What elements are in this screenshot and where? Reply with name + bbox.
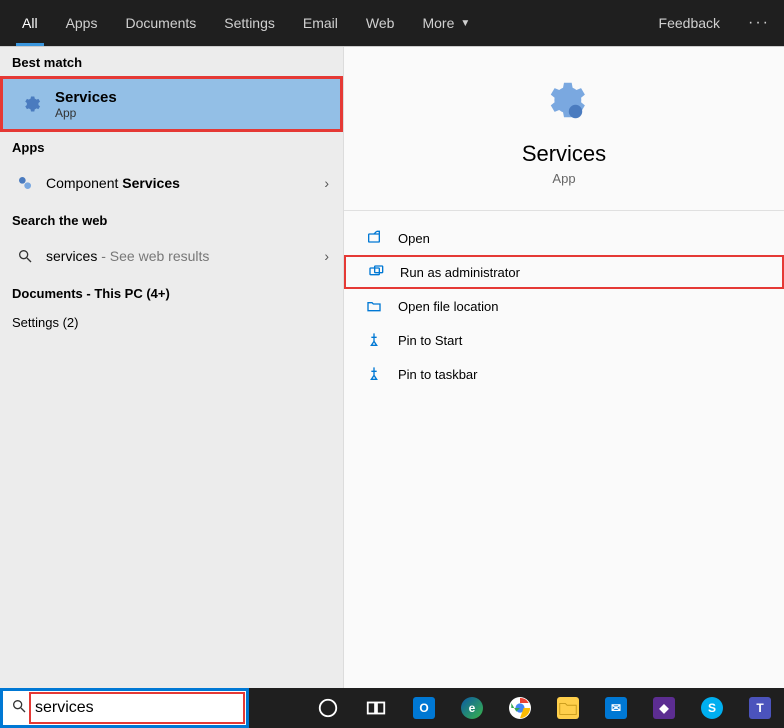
tab-more-label: More (422, 15, 454, 31)
pin-icon (362, 366, 386, 382)
section-best-match: Best match (0, 47, 343, 76)
action-pin-to-taskbar[interactable]: Pin to taskbar (344, 357, 784, 391)
taskbar-app-chrome[interactable] (496, 688, 544, 728)
best-match-subtitle: App (55, 106, 117, 120)
taskbar-app-outlook[interactable]: O (400, 688, 448, 728)
tab-documents-label: Documents (125, 15, 196, 31)
teams-icon: T (749, 697, 771, 719)
feedback-label: Feedback (659, 15, 720, 31)
more-options-button[interactable]: ··· (734, 14, 784, 32)
section-apps: Apps (0, 132, 343, 161)
search-filter-tabs: All Apps Documents Settings Email Web Mo… (0, 0, 784, 46)
taskbar-app-teams[interactable]: T (736, 688, 784, 728)
taskbar-app-mail[interactable]: ✉ (592, 688, 640, 728)
taskbar-items: O e ✉ ◆ S T (249, 688, 784, 728)
tab-email[interactable]: Email (289, 0, 352, 46)
tab-all-label: All (22, 15, 38, 31)
section-settings[interactable]: Settings (2) (0, 307, 343, 336)
shield-icon (364, 264, 388, 280)
section-documents[interactable]: Documents - This PC (4+) (0, 278, 343, 307)
result-best-match-services[interactable]: Services App (0, 76, 343, 132)
tab-web[interactable]: Web (352, 0, 409, 46)
preview-header: Services App (344, 47, 784, 204)
result-component-services[interactable]: Component Services › (0, 161, 343, 205)
open-icon (362, 230, 386, 246)
section-search-web: Search the web (0, 205, 343, 234)
tab-documents[interactable]: Documents (111, 0, 210, 46)
divider (344, 210, 784, 211)
chevron-down-icon: ▼ (460, 18, 470, 29)
component-services-label: Component Services (46, 175, 180, 191)
taskbar-app-edge[interactable]: e (448, 688, 496, 728)
folder-icon (557, 697, 579, 719)
cortana-button[interactable] (304, 688, 352, 728)
preview-title: Services (522, 141, 606, 167)
outlook-icon: O (413, 697, 435, 719)
tab-settings-label: Settings (224, 15, 275, 31)
component-services-icon (14, 175, 36, 191)
results-list: Best match Services App Apps Component S… (0, 47, 344, 688)
chevron-right-icon: › (324, 248, 329, 264)
skype-icon: S (701, 697, 723, 719)
gear-icon (21, 94, 41, 114)
action-pin-taskbar-label: Pin to taskbar (398, 367, 478, 382)
preview-pane: Services App Open Run as administrator O… (344, 47, 784, 688)
tab-email-label: Email (303, 15, 338, 31)
search-input[interactable] (35, 699, 246, 717)
tab-all[interactable]: All (8, 0, 52, 46)
action-open-file-location[interactable]: Open file location (344, 289, 784, 323)
action-open[interactable]: Open (344, 221, 784, 255)
taskbar-app-skype[interactable]: S (688, 688, 736, 728)
visualstudio-icon: ◆ (653, 697, 675, 719)
tab-settings[interactable]: Settings (210, 0, 289, 46)
action-open-label: Open (398, 231, 430, 246)
taskbar-app-explorer[interactable] (544, 688, 592, 728)
taskbar: O e ✉ ◆ S T (0, 688, 784, 728)
action-open-loc-label: Open file location (398, 299, 498, 314)
mail-icon: ✉ (605, 697, 627, 719)
chrome-icon (509, 697, 531, 719)
action-pin-to-start[interactable]: Pin to Start (344, 323, 784, 357)
folder-icon (362, 298, 386, 314)
action-run-admin-label: Run as administrator (400, 265, 520, 280)
search-icon (14, 248, 36, 264)
tab-more[interactable]: More ▼ (408, 0, 484, 46)
action-pin-start-label: Pin to Start (398, 333, 462, 348)
best-match-title: Services (55, 89, 117, 106)
tab-apps[interactable]: Apps (52, 0, 112, 46)
edge-icon: e (461, 697, 483, 719)
web-search-label: services - See web results (46, 248, 209, 264)
ellipsis-icon: ··· (748, 14, 770, 31)
pin-icon (362, 332, 386, 348)
tab-web-label: Web (366, 15, 395, 31)
feedback-link[interactable]: Feedback (645, 0, 734, 46)
search-icon (11, 698, 27, 718)
preview-subtitle: App (552, 171, 575, 186)
action-run-as-administrator[interactable]: Run as administrator (344, 255, 784, 289)
result-web-search[interactable]: services - See web results › (0, 234, 343, 278)
chevron-right-icon: › (324, 175, 329, 191)
task-view-button[interactable] (352, 688, 400, 728)
search-results-body: Best match Services App Apps Component S… (0, 46, 784, 688)
tab-apps-label: Apps (66, 15, 98, 31)
taskbar-app-visualstudio[interactable]: ◆ (640, 688, 688, 728)
taskbar-search[interactable] (0, 688, 249, 728)
gear-icon (541, 77, 587, 123)
